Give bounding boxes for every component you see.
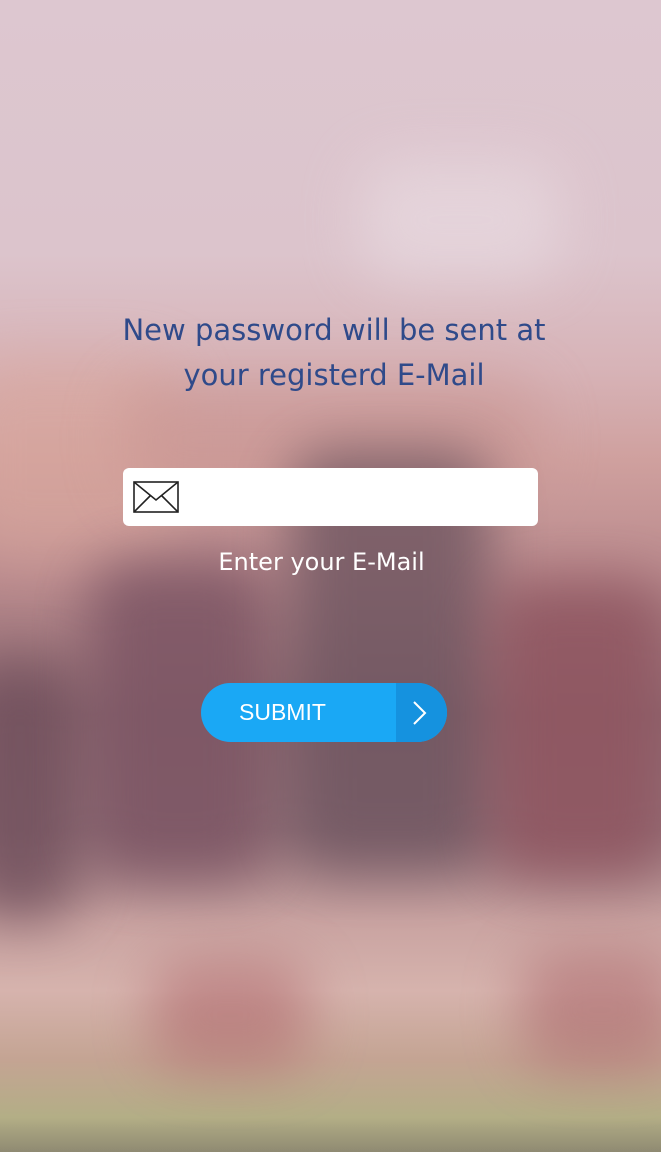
message-line-1: New password will be sent at	[122, 313, 546, 347]
submit-arrow-segment[interactable]	[396, 683, 447, 742]
email-input[interactable]	[189, 476, 528, 520]
email-field[interactable]	[123, 468, 538, 526]
submit-label: SUBMIT	[239, 699, 326, 725]
message-line-2: your registerd E-Mail	[183, 358, 485, 392]
mail-icon	[133, 481, 179, 513]
email-caption: Enter your E-Mail	[218, 548, 425, 576]
submit-button[interactable]: SUBMIT	[201, 683, 447, 742]
chevron-right-icon	[413, 701, 427, 725]
forgot-password-message: New password will be sent at your regist…	[80, 308, 588, 398]
